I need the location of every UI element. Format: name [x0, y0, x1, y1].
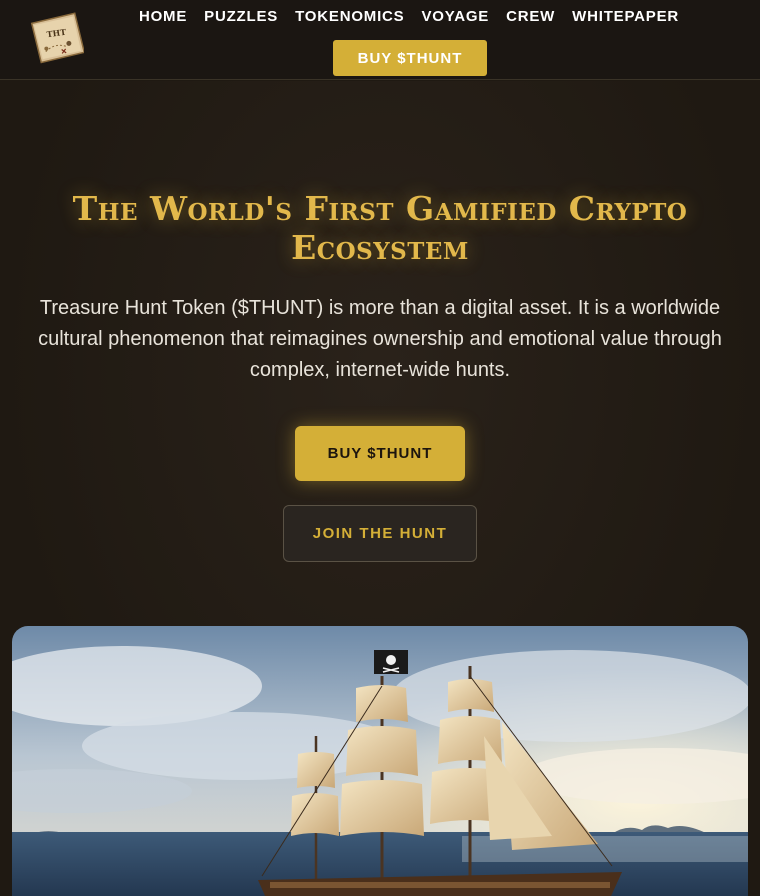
nav-buy-button[interactable]: BUY $THUNT	[333, 40, 487, 76]
hero-description: Treasure Hunt Token ($THUNT) is more tha…	[38, 297, 722, 381]
pirate-ship-image	[12, 626, 748, 896]
hero-section: The World's First Gamified Crypto Ecosys…	[0, 81, 760, 896]
nav-link-crew[interactable]: CREW	[506, 8, 555, 26]
join-the-hunt-button[interactable]: JOIN THE HUNT	[283, 505, 477, 562]
nav-link-whitepaper[interactable]: WHITEPAPER	[572, 8, 679, 26]
buy-thunt-button[interactable]: BUY $THUNT	[295, 426, 465, 481]
nav-links: HOME PUZZLES TOKENOMICS VOYAGE CREW WHIT…	[0, 8, 760, 26]
hero-title: The World's First Gamified Crypto Ecosys…	[72, 189, 688, 267]
jolly-roger-flag-icon	[374, 650, 408, 674]
nav-link-tokenomics[interactable]: TOKENOMICS	[295, 8, 404, 26]
nav-link-home[interactable]: HOME	[139, 8, 187, 26]
nav-link-puzzles[interactable]: PUZZLES	[204, 8, 278, 26]
navbar: THT HOME PUZZLES TOKENOMICS VOYAGE CREW …	[0, 0, 760, 80]
nav-link-voyage[interactable]: VOYAGE	[422, 8, 490, 26]
